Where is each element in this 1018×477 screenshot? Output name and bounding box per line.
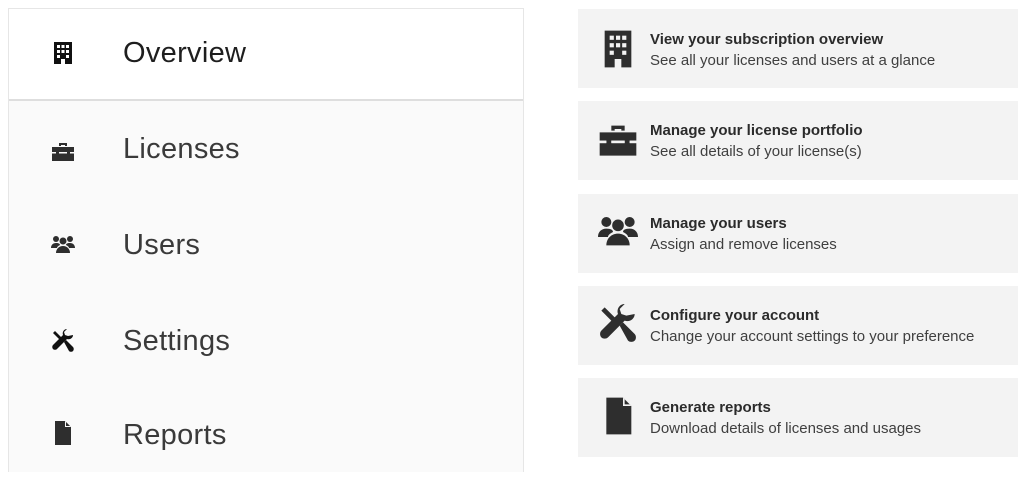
card-subscription-overview[interactable]: View your subscription overview See all …	[578, 9, 1018, 88]
tools-icon	[51, 329, 75, 353]
card-title: View your subscription overview	[650, 31, 884, 48]
card-generate-reports[interactable]: Generate reports Download details of lic…	[578, 378, 1018, 457]
card-description: See all your licenses and users at a gla…	[650, 52, 936, 69]
building-icon	[51, 41, 75, 65]
card-description: Change your account settings to your pre…	[650, 328, 975, 345]
sidebar-item-settings[interactable]: Settings	[9, 291, 523, 383]
card-description: Assign and remove licenses	[650, 236, 837, 253]
briefcase-icon	[598, 119, 638, 159]
file-icon	[598, 396, 638, 436]
card-title: Generate reports	[650, 399, 771, 416]
briefcase-icon	[51, 139, 75, 163]
card-license-portfolio[interactable]: Manage your license portfolio See all de…	[578, 101, 1018, 180]
tools-icon	[598, 304, 638, 344]
card-description: See all details of your license(s)	[650, 143, 862, 160]
file-icon	[51, 421, 75, 445]
sidebar-item-label: Reports	[123, 419, 227, 451]
building-icon	[598, 29, 638, 69]
sidebar-item-label: Settings	[123, 325, 231, 357]
card-title: Configure your account	[650, 307, 820, 324]
sidebar-nav: Overview Licenses Users Settings Reports	[8, 8, 524, 472]
sidebar-item-label: Overview	[123, 37, 247, 69]
sidebar-item-users[interactable]: Users	[9, 197, 523, 289]
users-icon	[598, 212, 638, 252]
card-configure-account[interactable]: Configure your account Change your accou…	[578, 286, 1018, 365]
card-description: Download details of licenses and usages	[650, 420, 922, 437]
users-icon	[51, 233, 75, 257]
card-title: Manage your users	[650, 215, 787, 232]
card-manage-users[interactable]: Manage your users Assign and remove lice…	[578, 194, 1018, 273]
sidebar-item-overview[interactable]: Overview	[9, 9, 523, 101]
sidebar-item-licenses[interactable]: Licenses	[9, 103, 523, 195]
sidebar-item-label: Licenses	[123, 133, 240, 165]
sidebar-item-label: Users	[123, 229, 201, 261]
sidebar-item-reports[interactable]: Reports	[9, 385, 523, 477]
card-title: Manage your license portfolio	[650, 122, 863, 139]
